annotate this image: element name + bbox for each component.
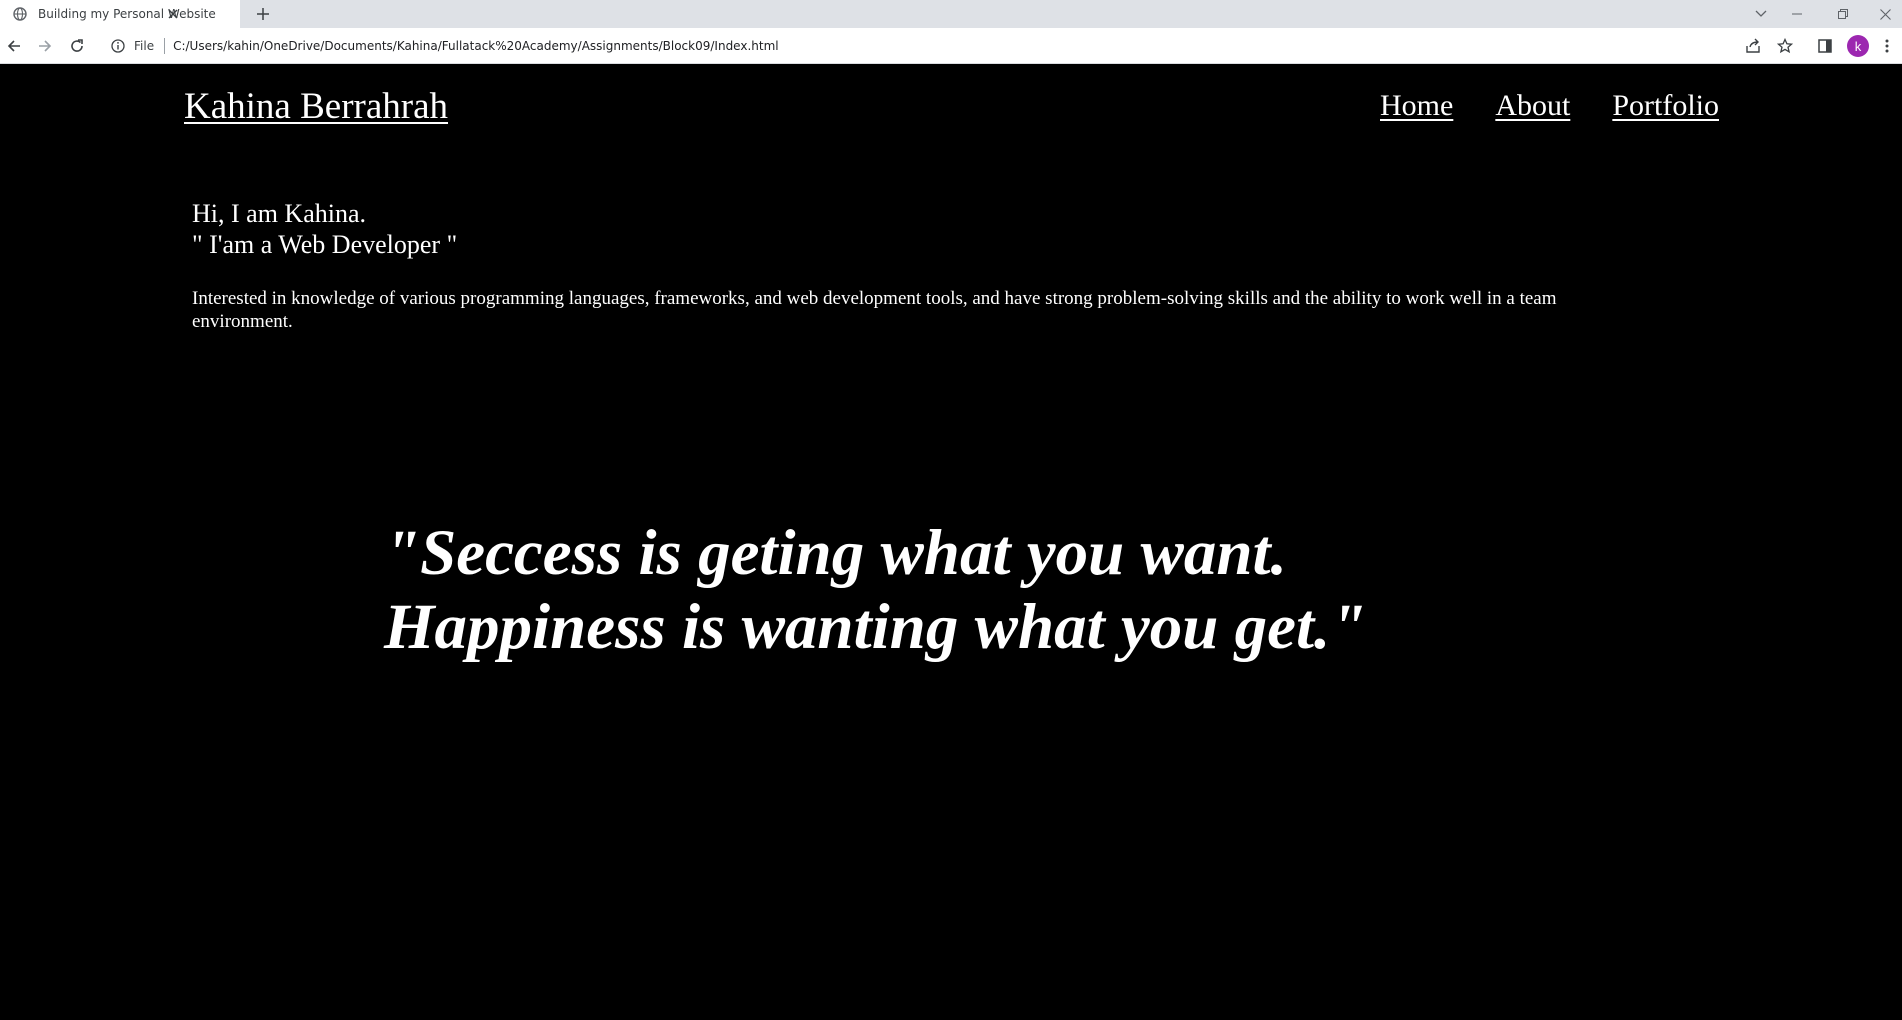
tab-strip: Building my Personal Website (0, 0, 1902, 28)
quote-line-2: Happiness is wanting what you get." (384, 591, 1367, 663)
share-icon[interactable] (1743, 36, 1763, 56)
browser-toolbar: File C:/Users/kahin/OneDrive/Documents/K… (0, 28, 1902, 64)
quote-block: "Seccess is geting what you want. Happin… (384, 516, 1484, 664)
quote-line-1: "Seccess is geting what you want. (384, 517, 1287, 589)
minimize-icon[interactable] (1777, 0, 1817, 28)
scheme-label: File (134, 39, 155, 53)
bio-paragraph: Interested in knowledge of various progr… (192, 288, 1557, 332)
nav-portfolio-link[interactable]: Portfolio (1612, 89, 1719, 123)
forward-arrow-icon[interactable] (35, 36, 55, 56)
side-panel-icon[interactable] (1815, 36, 1835, 56)
address-bar[interactable]: File C:/Users/kahin/OneDrive/Documents/K… (100, 32, 1760, 60)
page-content: Kahina Berrahrah Home About Portfolio Hi… (0, 65, 1902, 1020)
nav-about-link[interactable]: About (1495, 89, 1570, 123)
close-tab-icon[interactable] (164, 5, 182, 23)
tab-search-icon[interactable] (1741, 0, 1781, 28)
site-info-icon[interactable] (110, 38, 126, 54)
globe-icon (12, 6, 28, 22)
reload-icon[interactable] (67, 36, 87, 56)
bookmark-star-icon[interactable] (1775, 36, 1795, 56)
site-brand-link[interactable]: Kahina Berrahrah (184, 85, 448, 128)
tab-title: Building my Personal Website (38, 7, 216, 21)
site-nav: Home About Portfolio (1380, 89, 1719, 123)
back-arrow-icon[interactable] (4, 36, 24, 56)
greeting-heading: Hi, I am Kahina. (192, 199, 367, 228)
role-heading: " I'am a Web Developer " (192, 230, 458, 259)
omnibox-divider (164, 38, 166, 54)
menu-dots-icon[interactable] (1879, 36, 1895, 56)
close-window-icon[interactable] (1868, 0, 1902, 28)
browser-tab[interactable]: Building my Personal Website (0, 0, 240, 28)
new-tab-button[interactable] (252, 3, 274, 25)
restore-icon[interactable] (1823, 0, 1863, 28)
url-text[interactable]: C:/Users/kahin/OneDrive/Documents/Kahina… (173, 39, 779, 53)
nav-home-link[interactable]: Home (1380, 89, 1453, 123)
intro-section: Hi, I am Kahina. " I'am a Web Developer … (192, 198, 1652, 333)
profile-avatar[interactable]: k (1847, 35, 1869, 57)
